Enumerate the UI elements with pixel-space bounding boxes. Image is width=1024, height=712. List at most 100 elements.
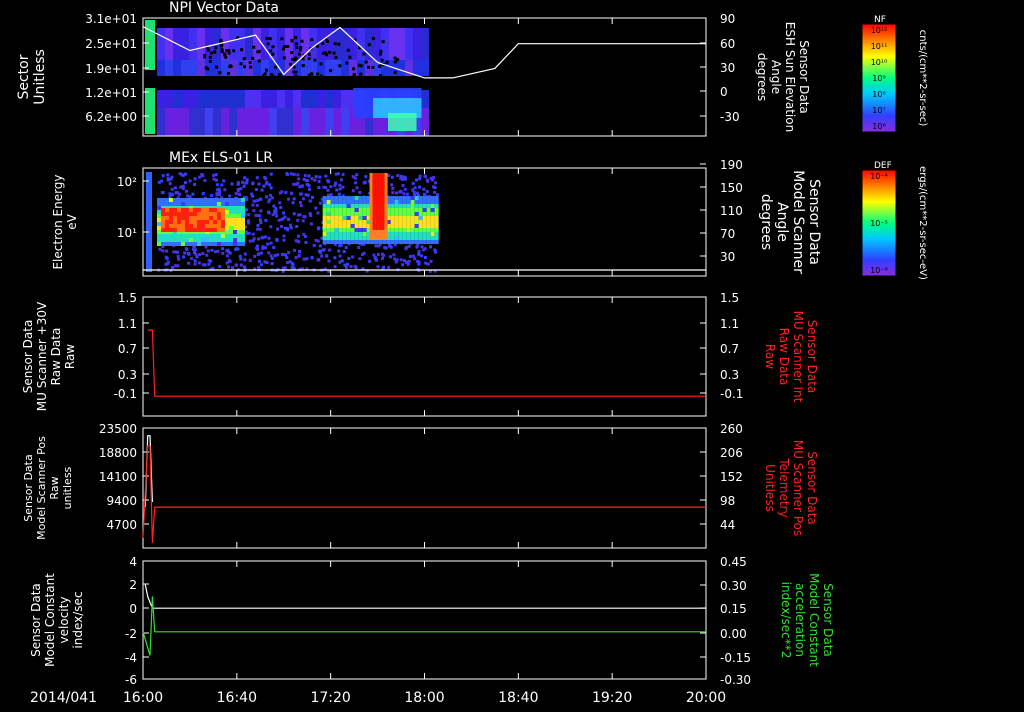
npi-gap-cell — [271, 45, 275, 49]
els-red-cell — [173, 216, 177, 220]
npi-gap-cell — [239, 62, 243, 66]
npi-cell — [285, 90, 293, 108]
els-cell — [233, 234, 237, 238]
els-speck — [256, 223, 260, 227]
npi-gap-cell — [271, 52, 275, 56]
els-speck — [394, 260, 398, 264]
els-cell — [185, 234, 189, 238]
els-cell — [422, 240, 427, 244]
els-speck — [336, 172, 340, 176]
els-burst-cell — [369, 179, 373, 182]
els-speck — [388, 255, 392, 259]
els-burst-cell — [381, 200, 385, 203]
y2-tick-label: 150 — [720, 181, 743, 195]
els-speck — [215, 188, 219, 192]
els-cell — [338, 224, 343, 228]
els-speck — [337, 192, 341, 196]
series-line-3-1 — [147, 329, 706, 397]
els-cell — [177, 234, 181, 238]
npi-gap-cell — [209, 51, 213, 55]
els-cell — [233, 214, 237, 218]
els-speck — [230, 182, 234, 186]
els-speck — [387, 265, 391, 269]
els-speck — [302, 257, 306, 261]
y-tick-label: 1.9e+01 — [85, 62, 137, 76]
els-burst-cell — [381, 197, 385, 200]
els-speck — [326, 188, 330, 192]
els-speck — [296, 218, 300, 222]
els-cell — [233, 230, 237, 234]
els-speck — [339, 178, 343, 182]
els-burst-cell — [375, 209, 379, 212]
els-cell — [157, 210, 161, 214]
y2-axis-label: Angle — [774, 202, 790, 242]
y-axis-label: Unitless — [32, 49, 48, 105]
els-red-cell — [189, 224, 193, 228]
els-burst-cell — [378, 188, 382, 191]
els-red-cell — [221, 224, 225, 228]
els-cell — [241, 206, 245, 210]
els-cell — [430, 196, 435, 200]
els-speck — [254, 213, 258, 217]
els-cell — [346, 204, 351, 208]
els-burst-cell — [384, 236, 388, 239]
els-speck — [313, 178, 317, 182]
y2-tick-label: 1.5 — [720, 291, 739, 305]
y2-axis-label: degrees — [758, 194, 774, 250]
els-cell — [326, 232, 331, 236]
els-speck — [303, 174, 307, 178]
els-cell — [241, 210, 245, 214]
els-speck — [328, 248, 332, 252]
els-cell — [177, 242, 181, 246]
y-tick-label: 2.5e+01 — [85, 37, 137, 51]
els-red-cell — [177, 208, 181, 212]
els-speck — [234, 192, 238, 196]
els-cell — [157, 234, 161, 238]
els-burst-cell — [375, 212, 379, 215]
els-cell — [165, 234, 169, 238]
els-red-cell — [169, 212, 173, 216]
els-cell — [362, 196, 367, 200]
els-speck — [308, 212, 312, 216]
els-speck — [333, 265, 337, 269]
els-cell — [434, 240, 439, 244]
els-speck — [245, 208, 249, 212]
els-red-cell — [177, 212, 181, 216]
els-cell — [197, 242, 201, 246]
els-speck — [177, 257, 181, 261]
npi-cell — [189, 108, 197, 136]
els-speck — [252, 237, 256, 241]
els-speck — [329, 185, 333, 189]
els-cell — [161, 198, 165, 202]
els-red-cell — [217, 224, 221, 228]
npi-cell — [157, 90, 165, 108]
npi-gap-cell — [220, 44, 224, 48]
series-line-5-1 — [144, 584, 706, 609]
npi-gap-cell — [242, 57, 246, 61]
npi-cell — [197, 108, 205, 136]
els-red-cell — [201, 216, 205, 220]
els-speck — [316, 211, 320, 215]
els-speck — [429, 259, 433, 263]
els-burst-cell — [384, 209, 388, 212]
els-cell — [237, 238, 241, 242]
els-speck — [376, 252, 380, 256]
y2-tick-label: 0.3 — [720, 368, 739, 382]
els-red-cell — [213, 212, 217, 216]
els-speck — [210, 248, 214, 252]
els-speck — [418, 185, 422, 189]
els-burst-cell — [375, 215, 379, 218]
els-speck — [270, 256, 274, 260]
els-cell — [322, 196, 327, 200]
els-speck — [384, 246, 388, 250]
els-burst-cell — [369, 230, 373, 233]
els-red-cell — [221, 216, 225, 220]
els-cell — [374, 240, 379, 244]
els-cell — [185, 202, 189, 206]
els-cell — [398, 208, 403, 212]
els-cell — [334, 224, 339, 228]
els-cell — [414, 220, 419, 224]
npi-cell — [325, 60, 333, 76]
npi-cell — [301, 90, 309, 108]
els-red-cell — [181, 208, 185, 212]
